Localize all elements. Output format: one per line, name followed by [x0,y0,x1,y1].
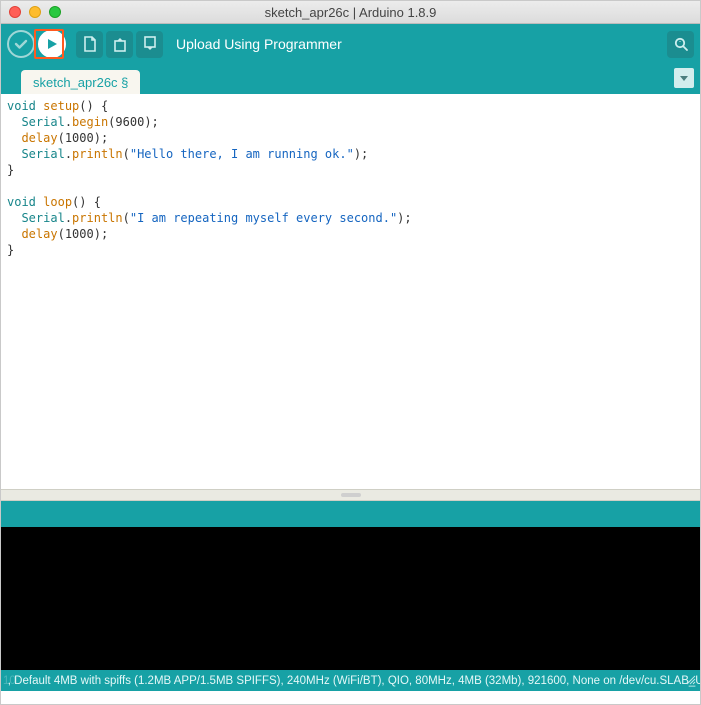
pane-resize-handle[interactable] [1,489,700,501]
toolbar: Upload Using Programmer [1,24,700,64]
verify-button[interactable] [7,30,35,58]
new-sketch-button[interactable] [76,31,103,58]
tab-bar: sketch_apr26c § [1,64,700,94]
open-sketch-button[interactable] [106,31,133,58]
toolbar-status-text: Upload Using Programmer [176,36,664,52]
tab-label: sketch_apr26c § [33,75,128,90]
serial-monitor-button[interactable] [667,31,694,58]
save-sketch-button[interactable] [136,31,163,58]
resize-grip-icon[interactable] [684,673,696,688]
window-titlebar: sketch_apr26c | Arduino 1.8.9 [1,1,700,24]
status-line-indicator: 10 [3,675,16,687]
message-bar [1,501,700,527]
code-editor[interactable]: void setup() { Serial.begin(9600); delay… [1,94,700,489]
window-controls [9,6,61,18]
console-output[interactable] [1,527,700,670]
status-bar: 10 , Default 4MB with spiffs (1.2MB APP/… [1,670,700,691]
close-window-button[interactable] [9,6,21,18]
status-board-info: , Default 4MB with spiffs (1.2MB APP/1.5… [8,675,700,687]
upload-button[interactable] [38,30,66,58]
tab-menu-button[interactable] [674,68,694,88]
minimize-window-button[interactable] [29,6,41,18]
zoom-window-button[interactable] [49,6,61,18]
tab-active[interactable]: sketch_apr26c § [21,70,140,94]
window-title: sketch_apr26c | Arduino 1.8.9 [1,5,700,20]
